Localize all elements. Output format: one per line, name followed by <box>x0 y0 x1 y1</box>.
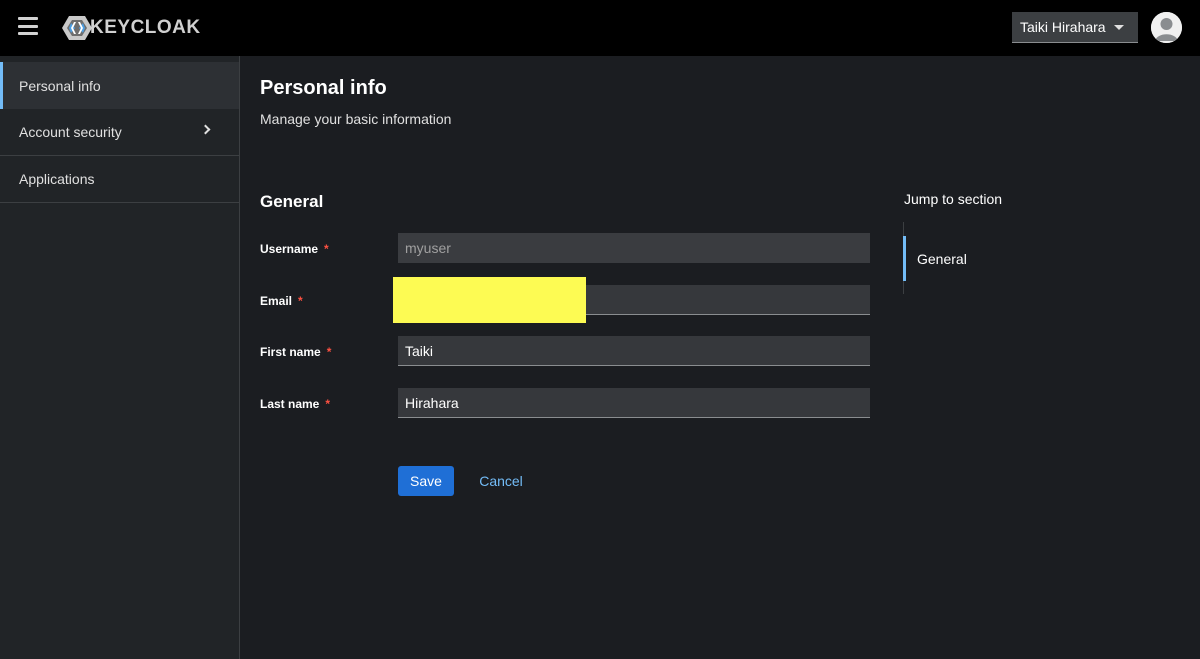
jump-to-section-title: Jump to section <box>904 191 1003 207</box>
sidebar-item-label: Applications <box>19 171 95 187</box>
email-label: Email * <box>260 294 303 308</box>
first-name-field[interactable] <box>398 336 870 366</box>
logo-text: KEYCLOAK <box>90 17 201 38</box>
jump-link-general[interactable]: General <box>903 236 1023 281</box>
required-marker: * <box>324 242 329 256</box>
chevron-right-icon <box>200 124 211 135</box>
sidebar-item-account-security[interactable]: Account security <box>0 109 239 156</box>
jump-link-label: General <box>917 250 967 267</box>
avatar[interactable] <box>1151 12 1182 43</box>
page-subtitle: Manage your basic information <box>260 111 452 127</box>
username-label-text: Username <box>260 242 319 256</box>
redaction-overlay <box>393 277 586 323</box>
keycloak-logo-icon <box>62 16 92 40</box>
section-title-general: General <box>260 192 324 211</box>
last-name-label-text: Last name <box>260 397 320 411</box>
last-name-field[interactable] <box>398 388 870 418</box>
save-button[interactable]: Save <box>398 466 454 496</box>
user-dropdown[interactable]: Taiki Hirahara <box>1012 12 1138 43</box>
required-marker: * <box>326 345 332 359</box>
sidebar-item-applications[interactable]: Applications <box>0 156 239 203</box>
keycloak-logo[interactable]: KEYCLOAK <box>62 14 201 42</box>
required-marker: * <box>325 397 331 411</box>
cancel-button[interactable]: Cancel <box>470 466 532 496</box>
required-marker: * <box>298 294 303 308</box>
caret-down-icon <box>1114 25 1124 30</box>
user-dropdown-label: Taiki Hirahara <box>1020 19 1106 35</box>
page-title: Personal info <box>260 77 387 99</box>
first-name-label-text: First name <box>260 345 321 359</box>
masthead: KEYCLOAK Taiki Hirahara <box>0 0 1200 56</box>
last-name-label: Last name * <box>260 397 330 411</box>
username-field[interactable] <box>398 233 870 263</box>
menu-toggle-icon[interactable] <box>18 17 38 35</box>
user-avatar-icon <box>1151 12 1182 43</box>
sidebar-item-label: Personal info <box>19 77 101 94</box>
email-label-text: Email <box>260 294 293 308</box>
first-name-label: First name * <box>260 345 331 359</box>
sidebar-item-personal-info[interactable]: Personal info <box>0 62 239 109</box>
sidebar-nav: Personal info Account security Applicati… <box>0 56 240 659</box>
sidebar-item-label: Account security <box>19 124 122 140</box>
username-label: Username * <box>260 242 329 256</box>
